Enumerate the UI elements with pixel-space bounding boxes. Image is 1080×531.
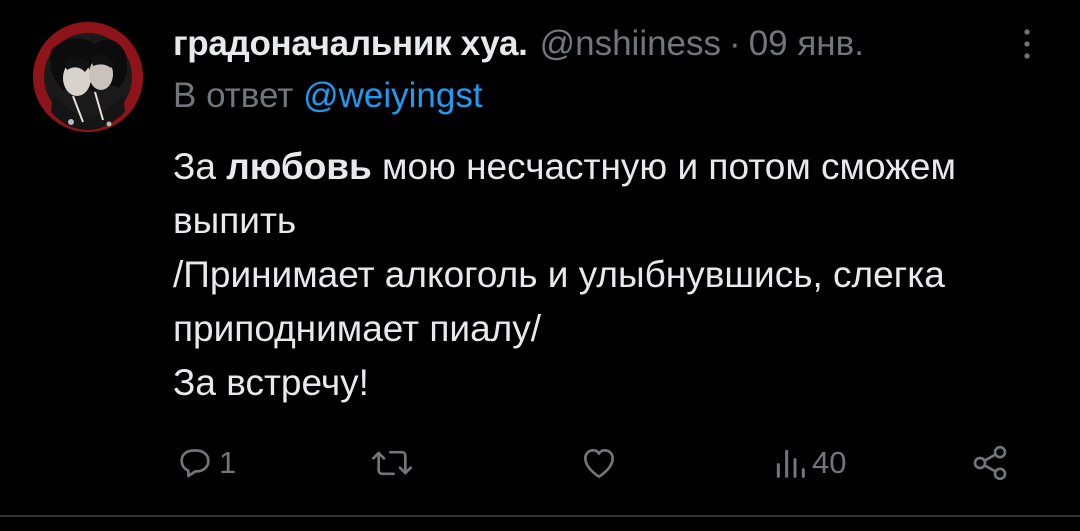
views-count: 40 <box>812 445 847 480</box>
tweet-text-line-1: За любовь мою несчастную и потом сможем <box>173 140 1053 194</box>
heart-icon <box>578 443 620 483</box>
views-bar-chart-icon <box>772 443 808 483</box>
tweet-text-line-5: За встречу! <box>173 362 369 403</box>
reply-context: В ответ @weiyingst <box>173 76 483 116</box>
tweet-date[interactable]: 09 янв. <box>749 24 864 64</box>
avatar-illustration <box>33 22 143 132</box>
text-segment: мою несчастную и потом сможем <box>371 146 956 187</box>
avatar[interactable] <box>33 22 143 132</box>
share-button[interactable] <box>970 438 1010 488</box>
separator-dot: · <box>729 24 741 63</box>
reply-count: 1 <box>219 445 237 480</box>
retweet-button[interactable] <box>370 438 418 488</box>
more-vertical-icon <box>1023 27 1031 61</box>
reply-button[interactable]: 1 <box>175 438 236 488</box>
bold-text-segment: любовь <box>226 146 372 187</box>
user-handle[interactable]: @nshiiness <box>540 24 721 64</box>
tweet-text: За любовь мою несчастную и потом сможем … <box>173 140 1053 410</box>
tweet-actions: 1 40 <box>0 438 1080 488</box>
tweet[interactable]: градоначальник хуа. @nshiiness · 09 янв.… <box>0 0 1080 531</box>
tweet-text-line-3: /Принимает алкоголь и улыбнувшись, слегк… <box>173 254 945 295</box>
display-name[interactable]: градоначальник хуа. <box>173 24 528 64</box>
tweet-divider <box>0 515 1080 517</box>
tweet-text-line-2: выпить <box>173 200 297 241</box>
reply-mention-link[interactable]: @weiyingst <box>303 76 482 115</box>
tweet-header: градоначальник хуа. @nshiiness · 09 янв. <box>173 22 1000 66</box>
retweet-icon <box>370 443 414 483</box>
reply-bubble-icon <box>175 443 215 483</box>
more-options-button[interactable] <box>1012 22 1042 66</box>
views-button[interactable]: 40 <box>772 438 846 488</box>
tweet-text-line-4: приподнимает пиалу/ <box>173 308 542 349</box>
share-icon <box>970 443 1010 483</box>
reply-prefix: В ответ <box>173 76 294 115</box>
like-button[interactable] <box>578 438 624 488</box>
text-segment: За <box>173 146 227 187</box>
